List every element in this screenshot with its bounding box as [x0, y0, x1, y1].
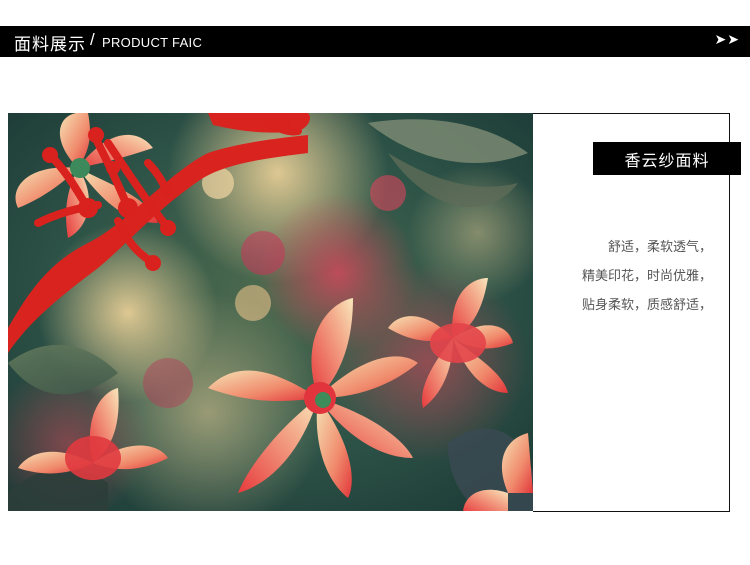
section-header: 面料展示 / PRODUCT FAIC ➤➤ [0, 26, 750, 57]
title-separator: / [90, 30, 95, 49]
fabric-print-illustration [8, 113, 533, 511]
fabric-name-badge: 香云纱面料 [593, 142, 741, 175]
section-subtitle: PRODUCT FAIC [102, 35, 203, 50]
description-line: 贴身柔软，质感舒适， [581, 298, 712, 313]
fabric-description: 舒适，柔软透气， 精美印花，时尚优雅， 贴身柔软，质感舒适， [552, 233, 712, 320]
double-arrow-icon: ➤➤ [714, 32, 740, 48]
fabric-photo [8, 113, 533, 511]
description-line: 舒适，柔软透气， [607, 240, 712, 255]
section-title: 面料展示 [14, 35, 86, 55]
description-line: 精美印花，时尚优雅， [581, 269, 712, 284]
